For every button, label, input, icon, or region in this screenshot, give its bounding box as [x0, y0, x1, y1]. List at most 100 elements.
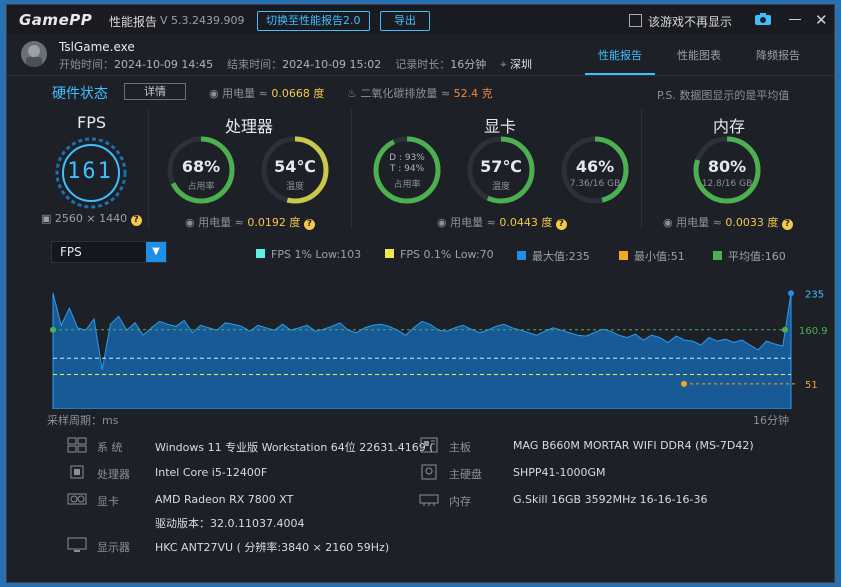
sample-period-label: 采样周期：ms — [47, 414, 119, 427]
chevron-down-icon[interactable]: ▼ — [146, 242, 166, 262]
detail-button[interactable]: 详情 — [124, 83, 186, 100]
hardware-title: 硬件状态 — [52, 86, 108, 102]
mem-usage-gauge: 80% 12.8/16 GB — [692, 135, 762, 205]
gpu-icon — [67, 493, 87, 505]
close-icon[interactable]: ✕ — [815, 11, 828, 29]
start-label: 开始时间： — [59, 58, 114, 71]
gpu-power-value: 0.0443 度 — [499, 216, 553, 229]
gpu-temp-label: 温度 — [491, 182, 510, 192]
divider — [148, 109, 149, 229]
gpu-value: AMD Radeon RX 7800 XT — [155, 493, 294, 506]
location-icon: ⌖ — [500, 58, 510, 71]
cpu-temp-value: 54℃ — [274, 157, 316, 176]
cpu-power-value: 0.0192 度 — [247, 216, 301, 229]
total-power: ◉ 用电量 ≈ 0.0668 度 — [209, 85, 324, 101]
tab-performance-chart[interactable]: 性能图表 — [677, 47, 721, 63]
cpu-temp-gauge: 54℃ 温度 — [260, 135, 330, 205]
gpu-temp-value: 57℃ — [480, 157, 522, 176]
avg-point-end — [782, 326, 788, 333]
help-icon[interactable]: ? — [781, 219, 793, 230]
gpu-d-value: D : 93% — [389, 153, 425, 163]
checkbox-icon — [629, 14, 642, 27]
dont-show-checkbox[interactable]: 该游戏不再显示 — [629, 13, 732, 30]
duration-label: 记录时长： — [395, 58, 451, 71]
gpu-usage-gauge: D : 93% T : 94% 占用率 — [372, 135, 442, 205]
version-label: V 5.3.2439.909 — [160, 14, 245, 27]
city-value: 深圳 — [509, 58, 532, 71]
tab-performance-report[interactable]: 性能报告 — [598, 47, 642, 63]
help-icon[interactable]: ? — [303, 219, 315, 230]
os-key: 系 统 — [97, 441, 123, 454]
memory-key: 内存 — [449, 495, 471, 508]
duration-value: 16分钟 — [450, 58, 487, 71]
game-name: TslGame.exe — [59, 40, 135, 54]
power-icon: ◉ — [185, 216, 199, 229]
monitor-key: 显示器 — [97, 541, 130, 554]
mb-key: 主板 — [449, 441, 471, 454]
title-bar: GamePP 性能报告 V 5.3.2439.909 切换至性能报告2.0 导出… — [7, 5, 834, 35]
app-logo: GamePP — [19, 11, 93, 29]
gpu-t-value: T : 94% — [389, 164, 425, 174]
cpu-usage-label: 占用率 — [187, 182, 215, 192]
switch-report-button[interactable]: 切换至性能报告2.0 — [257, 11, 370, 31]
hardware-status-row: 硬件状态 详情 ◉ 用电量 ≈ 0.0668 度 ♨ 二氧化碳排放量 ≈ 52.… — [7, 83, 834, 103]
mem-usage-label: 12.8/16 GB — [701, 179, 753, 189]
session-meta: 开始时间：2024-10-09 14:45 结束时间：2024-10-09 15:… — [59, 56, 532, 72]
start-value: 2024-10-09 14:45 — [114, 58, 214, 71]
cpu-power-label: 用电量 ≈ — [198, 216, 248, 229]
co2-value: 52.4 克 — [453, 87, 493, 100]
co2-icon: ♨ — [347, 87, 361, 100]
os-value: Windows 11 专业版 Workstation 64位 22631.416… — [155, 441, 434, 454]
power-value: 0.0668 度 — [271, 87, 325, 100]
end-label: 结束时间： — [227, 58, 283, 71]
app-window: GamePP 性能报告 V 5.3.2439.909 切换至性能报告2.0 导出… — [6, 4, 835, 583]
monitor-value: HKC ANT27VU ( 分辨率:3840 × 2160 59Hz) — [155, 541, 390, 554]
mem-usage-value: 80% — [707, 157, 747, 176]
export-button[interactable]: 导出 — [380, 11, 430, 31]
cpu-title: 处理器 — [225, 117, 274, 136]
fps-value: 161 — [67, 159, 113, 184]
tab-throttle-report[interactable]: 降频报告 — [756, 47, 800, 63]
mb-value: MAG B660M MORTAR WIFI DDR4 (MS-7D42) — [513, 439, 754, 452]
memory-value: G.Skill 16GB 3592MHz 16-16-16-36 — [513, 493, 708, 506]
motherboard-icon — [420, 437, 438, 453]
fps-series-area — [52, 293, 792, 409]
dont-show-label: 该游戏不再显示 — [648, 15, 733, 29]
duration-axis-label: 16分钟 — [753, 414, 789, 427]
power-icon: ◉ — [663, 216, 677, 229]
divider — [351, 109, 352, 229]
disk-icon — [421, 464, 437, 480]
help-icon[interactable]: ? — [130, 215, 142, 226]
disk-key: 主硬盘 — [449, 468, 482, 481]
cpu-usage-gauge: 68% 占用率 — [166, 135, 236, 205]
memory-icon — [419, 494, 439, 506]
resolution-value: 2560 × 1440 — [54, 212, 128, 225]
help-icon[interactable]: ? — [555, 219, 567, 230]
gpu-power: ◉ 用电量 ≈ 0.0443 度 ? — [437, 214, 567, 230]
active-tab-indicator — [585, 73, 655, 75]
camera-icon[interactable] — [755, 13, 771, 25]
mem-power: ◉ 用电量 ≈ 0.0033 度 ? — [663, 214, 793, 230]
cpu-temp-label: 温度 — [285, 182, 304, 192]
divider — [641, 109, 642, 229]
gpu-power-label: 用电量 ≈ — [450, 216, 500, 229]
gpu-driver: 驱动版本：32.0.11037.4004 — [155, 517, 305, 530]
min-label: 51 — [805, 380, 818, 391]
metric-select[interactable]: FPS ▼ — [51, 241, 167, 263]
cpu-icon — [70, 465, 84, 479]
legend-item: 平均值:160 — [713, 248, 786, 264]
legend-item: 最小值:51 — [619, 248, 685, 264]
power-icon: ◉ — [209, 87, 223, 100]
power-label: 用电量 ≈ — [222, 87, 272, 100]
minimize-icon[interactable] — [789, 19, 801, 20]
mem-power-value: 0.0033 度 — [725, 216, 779, 229]
cpu-value: Intel Core i5-12400F — [155, 466, 268, 479]
legend-item: 最大值:235 — [517, 248, 590, 264]
legend-item: FPS 0.1% Low:70 — [385, 248, 494, 261]
fps-chart: 235 160.9 51 — [50, 289, 828, 409]
game-avatar — [21, 41, 47, 67]
gpu-title: 显卡 — [484, 117, 517, 136]
max-label: 235 — [805, 289, 824, 300]
gpu-key: 显卡 — [97, 495, 119, 508]
mem-title: 内存 — [713, 117, 746, 136]
